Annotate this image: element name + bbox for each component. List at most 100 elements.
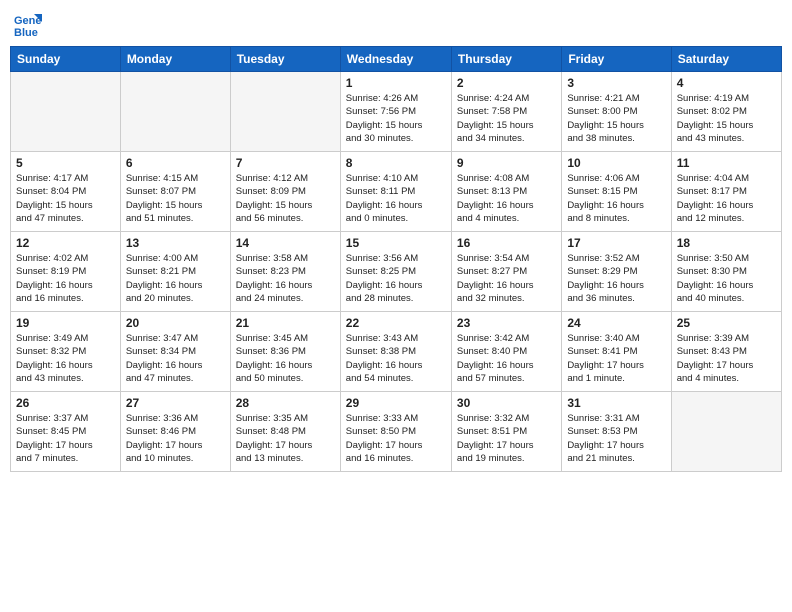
day-info: Sunrise: 3:40 AM Sunset: 8:41 PM Dayligh… [567,332,665,385]
day-info: Sunrise: 3:52 AM Sunset: 8:29 PM Dayligh… [567,252,665,305]
calendar-cell: 9 Sunrise: 4:08 AM Sunset: 8:13 PM Daylig… [451,152,561,232]
svg-text:Blue: Blue [14,27,38,38]
day-info: Sunrise: 3:31 AM Sunset: 8:53 PM Dayligh… [567,412,665,465]
calendar-cell: 27 Sunrise: 3:36 AM Sunset: 8:46 PM Dayli… [120,392,230,472]
day-number: 19 [16,316,115,330]
day-info: Sunrise: 3:35 AM Sunset: 8:48 PM Dayligh… [236,412,335,465]
calendar-cell [11,72,121,152]
day-info: Sunrise: 3:49 AM Sunset: 8:32 PM Dayligh… [16,332,115,385]
calendar-cell: 21 Sunrise: 3:45 AM Sunset: 8:36 PM Dayli… [230,312,340,392]
calendar-cell: 19 Sunrise: 3:49 AM Sunset: 8:32 PM Dayli… [11,312,121,392]
day-info: Sunrise: 4:10 AM Sunset: 8:11 PM Dayligh… [346,172,446,225]
day-info: Sunrise: 3:43 AM Sunset: 8:38 PM Dayligh… [346,332,446,385]
day-info: Sunrise: 4:24 AM Sunset: 7:58 PM Dayligh… [457,92,556,145]
day-info: Sunrise: 4:21 AM Sunset: 8:00 PM Dayligh… [567,92,665,145]
day-number: 10 [567,156,665,170]
calendar-cell: 15Sunrise: 3:56 AM Sunset: 8:25 PM Dayli… [340,232,451,312]
week-row-3: 12Sunrise: 4:02 AM Sunset: 8:19 PM Dayli… [11,232,782,312]
day-number: 23 [457,316,556,330]
calendar-cell: 23Sunrise: 3:42 AM Sunset: 8:40 PM Dayli… [451,312,561,392]
day-info: Sunrise: 4:06 AM Sunset: 8:15 PM Dayligh… [567,172,665,225]
day-number: 2 [457,76,556,90]
day-info: Sunrise: 3:56 AM Sunset: 8:25 PM Dayligh… [346,252,446,305]
day-number: 11 [677,156,776,170]
calendar-cell: 11 Sunrise: 4:04 AM Sunset: 8:17 PM Dayli… [671,152,781,232]
week-row-2: 5 Sunrise: 4:17 AM Sunset: 8:04 PM Daylig… [11,152,782,232]
day-number: 18 [677,236,776,250]
calendar-cell: 16Sunrise: 3:54 AM Sunset: 8:27 PM Dayli… [451,232,561,312]
calendar-cell: 2 Sunrise: 4:24 AM Sunset: 7:58 PM Daylig… [451,72,561,152]
day-info: Sunrise: 4:02 AM Sunset: 8:19 PM Dayligh… [16,252,115,305]
day-info: Sunrise: 4:17 AM Sunset: 8:04 PM Dayligh… [16,172,115,225]
col-header-tuesday: Tuesday [230,47,340,72]
col-header-wednesday: Wednesday [340,47,451,72]
day-info: Sunrise: 3:58 AM Sunset: 8:23 PM Dayligh… [236,252,335,305]
calendar-cell: 13 Sunrise: 4:00 AM Sunset: 8:21 PM Dayli… [120,232,230,312]
calendar-cell: 7Sunrise: 4:12 AM Sunset: 8:09 PM Daylig… [230,152,340,232]
col-header-sunday: Sunday [11,47,121,72]
day-info: Sunrise: 4:00 AM Sunset: 8:21 PM Dayligh… [126,252,225,305]
col-header-thursday: Thursday [451,47,561,72]
day-number: 13 [126,236,225,250]
day-number: 27 [126,396,225,410]
day-number: 21 [236,316,335,330]
calendar-cell: 6 Sunrise: 4:15 AM Sunset: 8:07 PM Daylig… [120,152,230,232]
calendar-cell: 28 Sunrise: 3:35 AM Sunset: 8:48 PM Dayli… [230,392,340,472]
day-info: Sunrise: 4:04 AM Sunset: 8:17 PM Dayligh… [677,172,776,225]
day-info: Sunrise: 3:32 AM Sunset: 8:51 PM Dayligh… [457,412,556,465]
day-info: Sunrise: 3:37 AM Sunset: 8:45 PM Dayligh… [16,412,115,465]
day-number: 14 [236,236,335,250]
calendar-cell: 5 Sunrise: 4:17 AM Sunset: 8:04 PM Daylig… [11,152,121,232]
day-info: Sunrise: 4:08 AM Sunset: 8:13 PM Dayligh… [457,172,556,225]
logo: General Blue [14,10,46,38]
day-info: Sunrise: 3:39 AM Sunset: 8:43 PM Dayligh… [677,332,776,385]
day-info: Sunrise: 4:19 AM Sunset: 8:02 PM Dayligh… [677,92,776,145]
calendar-cell: 1 Sunrise: 4:26 AM Sunset: 7:56 PM Daylig… [340,72,451,152]
day-info: Sunrise: 3:45 AM Sunset: 8:36 PM Dayligh… [236,332,335,385]
day-number: 5 [16,156,115,170]
day-number: 9 [457,156,556,170]
calendar-cell: 18 Sunrise: 3:50 AM Sunset: 8:30 PM Dayli… [671,232,781,312]
calendar-cell: 30 Sunrise: 3:32 AM Sunset: 8:51 PM Dayli… [451,392,561,472]
logo-icon: General Blue [14,10,42,38]
day-number: 26 [16,396,115,410]
day-info: Sunrise: 3:36 AM Sunset: 8:46 PM Dayligh… [126,412,225,465]
calendar-cell: 20 Sunrise: 3:47 AM Sunset: 8:34 PM Dayli… [120,312,230,392]
day-number: 1 [346,76,446,90]
day-number: 28 [236,396,335,410]
calendar-cell: 22Sunrise: 3:43 AM Sunset: 8:38 PM Dayli… [340,312,451,392]
calendar-table: SundayMondayTuesdayWednesdayThursdayFrid… [10,46,782,472]
day-info: Sunrise: 3:33 AM Sunset: 8:50 PM Dayligh… [346,412,446,465]
day-info: Sunrise: 3:47 AM Sunset: 8:34 PM Dayligh… [126,332,225,385]
calendar-cell [230,72,340,152]
calendar-cell [120,72,230,152]
day-info: Sunrise: 3:50 AM Sunset: 8:30 PM Dayligh… [677,252,776,305]
day-number: 6 [126,156,225,170]
day-info: Sunrise: 4:15 AM Sunset: 8:07 PM Dayligh… [126,172,225,225]
day-number: 29 [346,396,446,410]
day-number: 16 [457,236,556,250]
day-info: Sunrise: 4:12 AM Sunset: 8:09 PM Dayligh… [236,172,335,225]
day-number: 31 [567,396,665,410]
day-info: Sunrise: 4:26 AM Sunset: 7:56 PM Dayligh… [346,92,446,145]
page-header: General Blue [10,10,782,38]
day-number: 30 [457,396,556,410]
calendar-cell: 29 Sunrise: 3:33 AM Sunset: 8:50 PM Dayli… [340,392,451,472]
week-row-5: 26 Sunrise: 3:37 AM Sunset: 8:45 PM Dayli… [11,392,782,472]
col-header-friday: Friday [562,47,671,72]
week-row-1: 1 Sunrise: 4:26 AM Sunset: 7:56 PM Daylig… [11,72,782,152]
day-number: 3 [567,76,665,90]
calendar-cell: 4Sunrise: 4:19 AM Sunset: 8:02 PM Daylig… [671,72,781,152]
calendar-cell: 26 Sunrise: 3:37 AM Sunset: 8:45 PM Dayli… [11,392,121,472]
calendar-cell [671,392,781,472]
calendar-header-row: SundayMondayTuesdayWednesdayThursdayFrid… [11,47,782,72]
day-number: 17 [567,236,665,250]
calendar-cell: 25Sunrise: 3:39 AM Sunset: 8:43 PM Dayli… [671,312,781,392]
day-number: 20 [126,316,225,330]
calendar-cell: 17 Sunrise: 3:52 AM Sunset: 8:29 PM Dayli… [562,232,671,312]
col-header-saturday: Saturday [671,47,781,72]
calendar-cell: 3 Sunrise: 4:21 AM Sunset: 8:00 PM Daylig… [562,72,671,152]
calendar-cell: 24Sunrise: 3:40 AM Sunset: 8:41 PM Dayli… [562,312,671,392]
day-number: 8 [346,156,446,170]
calendar-cell: 10 Sunrise: 4:06 AM Sunset: 8:15 PM Dayli… [562,152,671,232]
